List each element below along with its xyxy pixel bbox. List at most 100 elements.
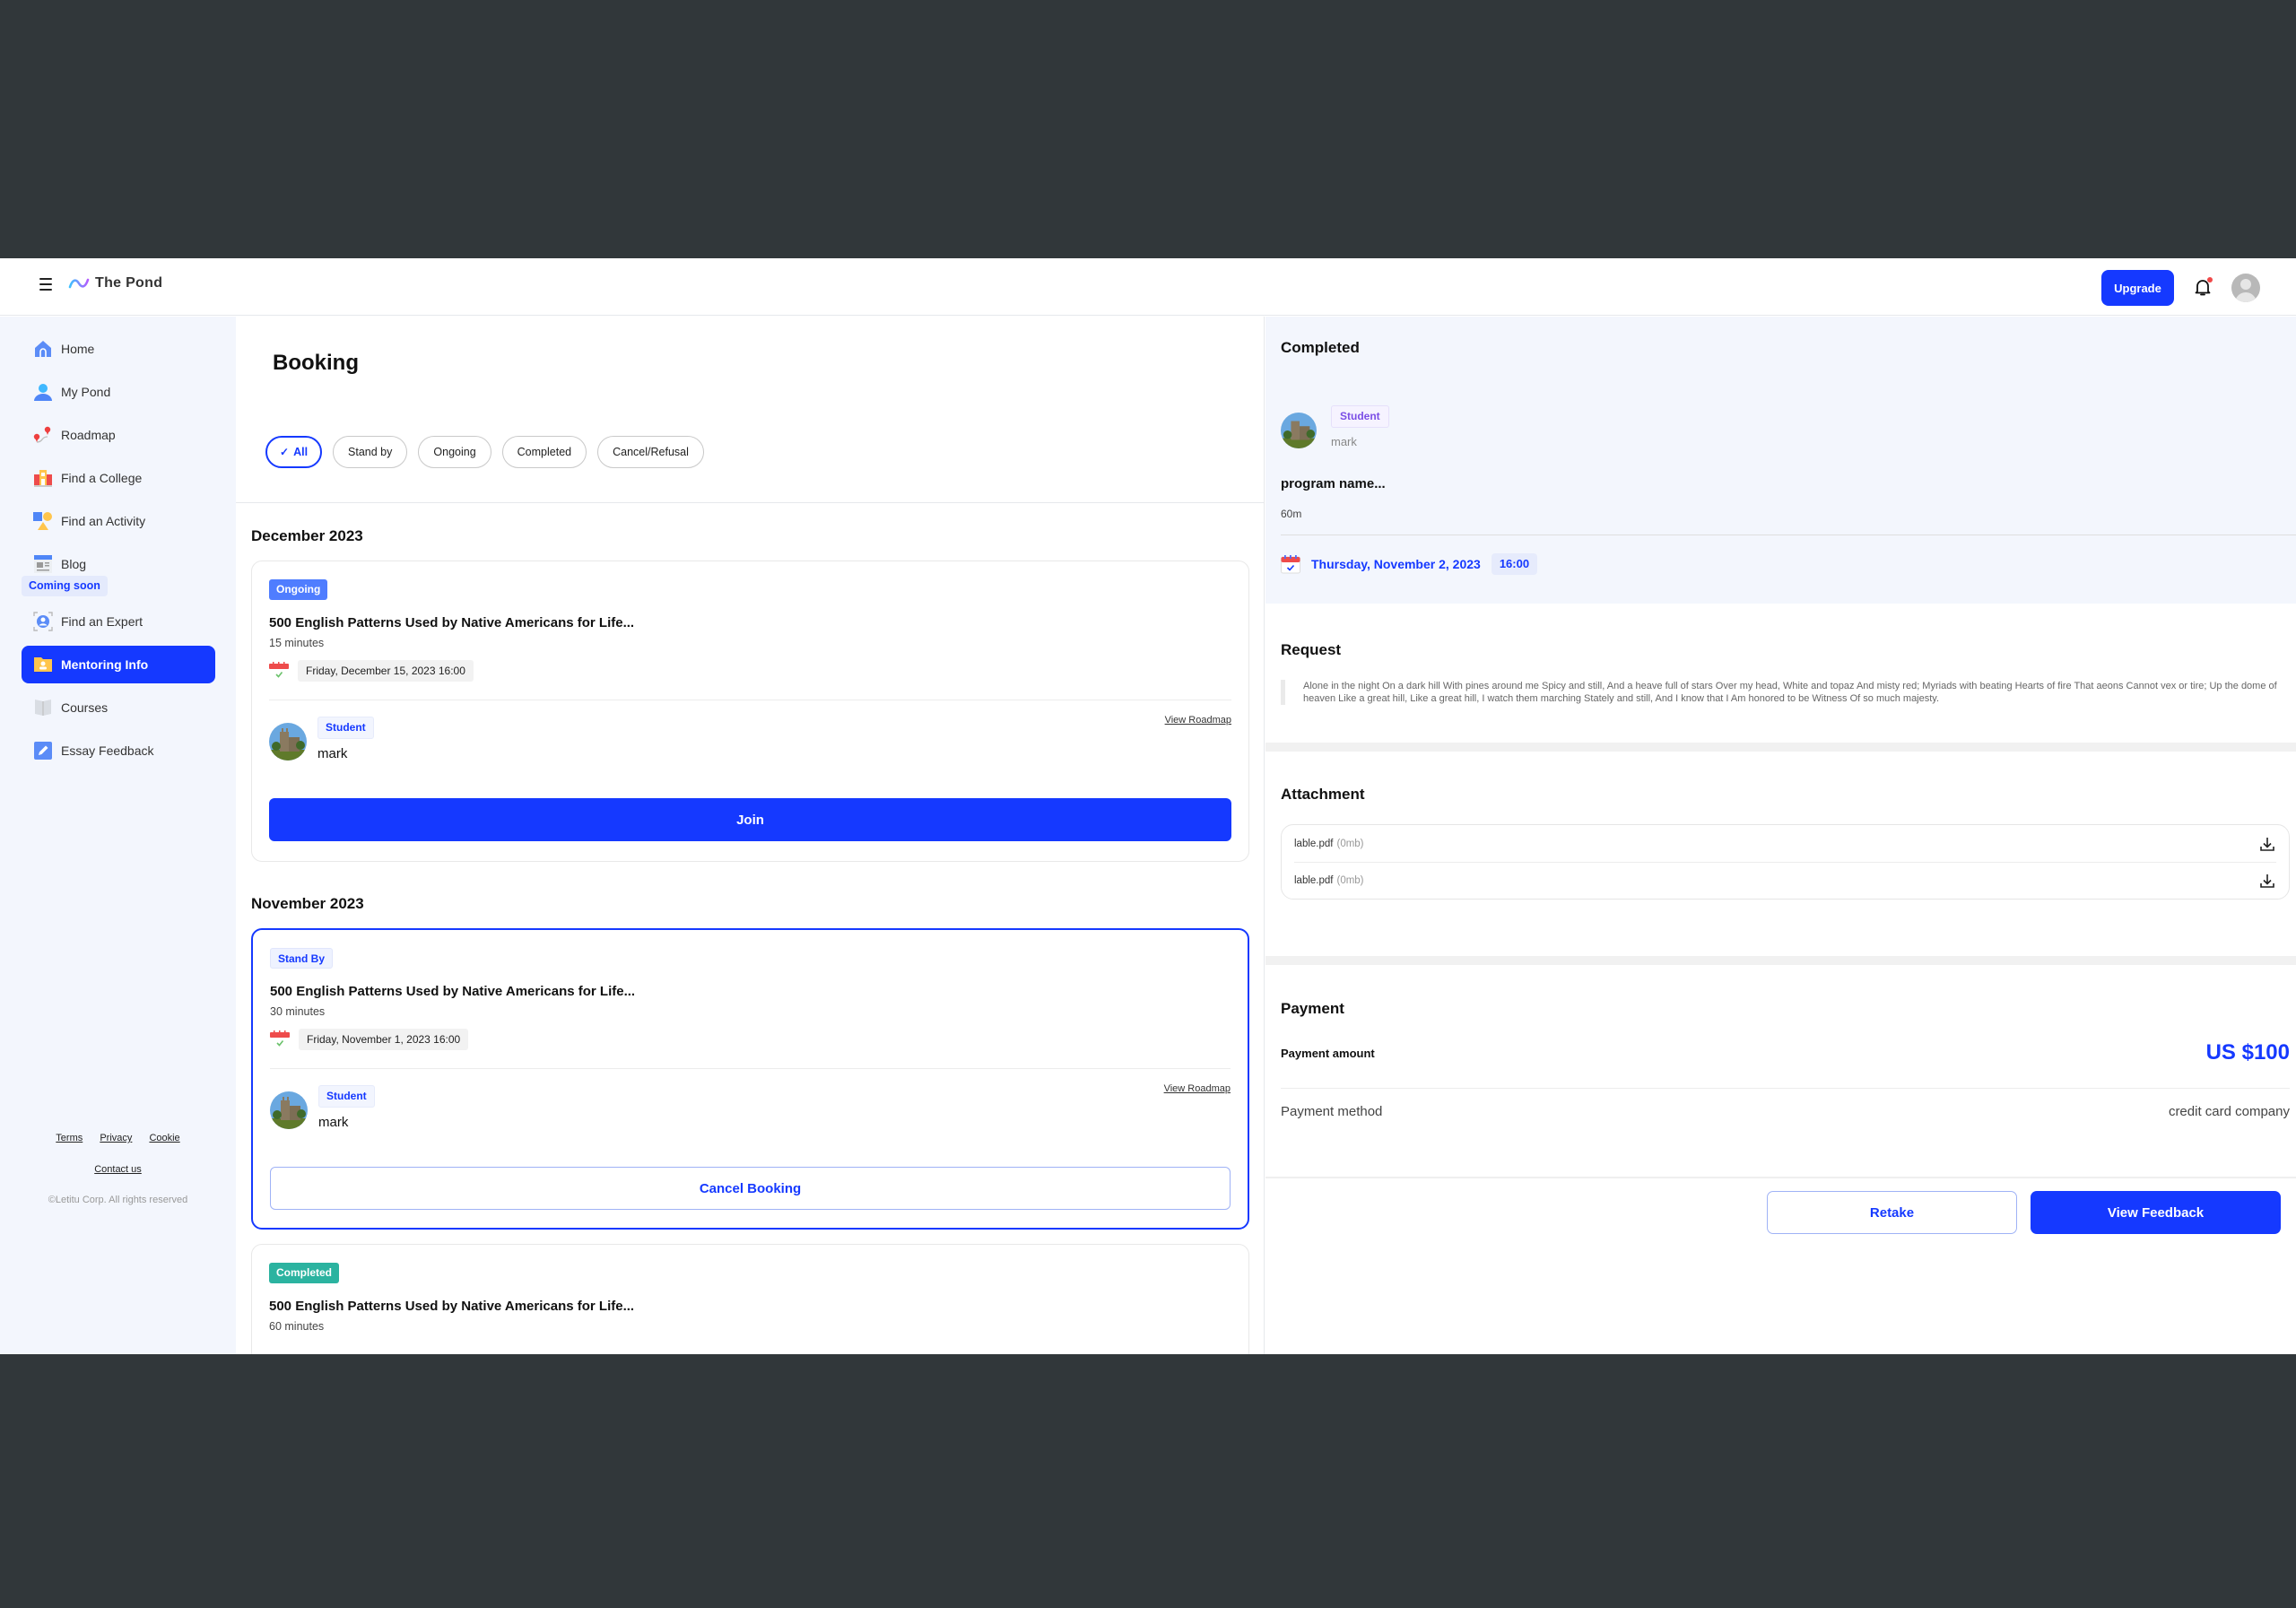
sidebar-item-find-a-college[interactable]: Find a College [22,459,215,497]
program-duration: 60m [1281,508,1302,520]
attachment-item: lable.pdf (0mb) [1294,862,2276,899]
sidebar-item-courses[interactable]: Courses [22,689,215,726]
sidebar-item-label: Home [61,342,95,356]
request-heading: Request [1281,641,1342,658]
sidebar-item-roadmap[interactable]: Roadmap [22,416,215,454]
student-name: mark [317,746,348,761]
booking-datetime: Friday, November 1, 2023 16:00 [299,1029,469,1050]
view-roadmap-link[interactable]: View Roadmap [1165,715,1231,726]
role-badge: Student [317,717,374,739]
sidebar-item-label: My Pond [61,385,111,399]
filter-stand-by[interactable]: Stand by [333,436,408,468]
student-name: mark [1331,435,1357,448]
filter-label: Cancel/Refusal [613,446,689,458]
payment-method-label: Payment method [1281,1103,1383,1119]
sidebar-item-label: Courses [61,700,109,715]
sidebar-item-mentoring-info[interactable]: Mentoring Info [22,646,215,683]
sidebar-item-find-an-activity[interactable]: Find an Activity [22,502,215,540]
sidebar-item-label: Essay Feedback [61,743,154,758]
student-avatar [1281,413,1317,448]
attachment-heading: Attachment [1281,786,1365,803]
user-avatar[interactable] [2231,274,2260,302]
view-feedback-button[interactable]: View Feedback [2031,1191,2281,1234]
top-header: The Pond Upgrade [0,258,2296,316]
download-icon[interactable] [2258,872,2276,890]
sidebar-item-home[interactable]: Home [22,330,215,368]
booking-title: 500 English Patterns Used by Native Amer… [269,1299,635,1314]
pencil-icon [33,741,53,761]
filter-label: Ongoing [433,446,476,458]
booking-title: 500 English Patterns Used by Native Amer… [269,615,635,630]
booking-datetime: Friday, December 15, 2023 16:00 [298,660,474,682]
app-logo[interactable]: The Pond [68,275,162,291]
payment-amount-row: Payment amount US $100 [1281,1035,2290,1071]
booking-card[interactable]: Completed 500 English Patterns Used by N… [251,1244,1249,1354]
privacy-link[interactable]: Privacy [100,1133,132,1143]
filter-completed[interactable]: Completed [501,436,587,468]
sidebar-item-label: Mentoring Info [61,657,149,672]
detail-status: Completed [1281,339,1360,356]
menu-icon[interactable] [39,278,52,291]
filter-ongoing[interactable]: Ongoing [418,436,491,468]
filter-all[interactable]: ✓ All [265,436,323,468]
sidebar-item-label: Find an Activity [61,514,146,528]
sidebar-item-find-an-expert[interactable]: Find an Expert [22,603,215,640]
blog-icon [33,554,53,574]
app-name: The Pond [95,275,163,291]
payment-heading: Payment [1281,1000,1344,1017]
booking-duration: 15 minutes [269,637,325,649]
join-button[interactable]: Join [269,798,1231,841]
divider [1265,1177,2296,1178]
sidebar-item-label: Blog [61,557,87,571]
attachment-size: (0mb) [1336,875,1364,886]
payment-method: credit card company [2168,1103,2290,1119]
cancel-booking-button[interactable]: Cancel Booking [270,1167,1231,1210]
booking-card[interactable]: Ongoing 500 English Patterns Used by Nat… [251,561,1249,862]
footer-links: Terms Privacy Cookie [0,1133,236,1143]
status-badge: Completed [269,1263,340,1283]
book-icon [33,698,53,717]
cookie-link[interactable]: Cookie [149,1133,179,1143]
role-badge: Student [318,1085,375,1108]
coming-soon-label: Coming soon [22,576,108,596]
month-heading: November 2023 [251,895,364,912]
wave-logo-icon [68,278,90,289]
terms-link[interactable]: Terms [56,1133,83,1143]
upgrade-button[interactable]: Upgrade [2101,270,2174,306]
check-icon: ✓ [280,446,290,458]
payment-amount: US $100 [2205,1040,2290,1065]
sidebar-item-essay-feedback[interactable]: Essay Feedback [22,732,215,769]
shapes-icon [33,511,53,531]
calendar-icon [1281,554,1300,574]
view-roadmap-link[interactable]: View Roadmap [1164,1083,1231,1094]
detail-date-row: Thursday, November 2, 2023 16:00 [1281,553,1538,575]
divider [1281,1088,2290,1089]
booking-duration: 60 minutes [269,1320,325,1333]
role-badge: Student [1331,405,1389,428]
notification-button[interactable] [2192,276,2213,298]
divider [236,502,1264,503]
retake-button[interactable]: Retake [1767,1191,2017,1234]
attachment-name: lable.pdf [1294,838,1334,849]
filter-cancel-refusal[interactable]: Cancel/Refusal [597,436,704,468]
attachment-item: lable.pdf (0mb) [1294,825,2276,862]
student-name: mark [318,1115,349,1130]
booking-duration: 30 minutes [270,1005,326,1018]
filter-label: All [293,446,309,458]
sidebar-item-my-pond[interactable]: My Pond [22,373,215,411]
booking-card-selected[interactable]: Stand By 500 English Patterns Used by Na… [251,928,1249,1230]
status-badge: Stand By [270,948,334,969]
app-window: The Pond Upgrade Home My Pond Roadmap Fi… [0,258,2296,1354]
contact-us-link[interactable]: Contact us [94,1164,142,1175]
folder-user-icon [33,655,53,674]
sidebar-item-label: Find a College [61,471,143,485]
notification-dot [2207,277,2213,282]
page-title: Booking [273,351,359,375]
status-filter-tabs: ✓ All Stand by Ongoing Completed Cancel/R… [265,436,704,468]
booking-date-row: Friday, December 15, 2023 16:00 [269,660,474,682]
booking-date-row: Friday, November 1, 2023 16:00 [270,1029,469,1050]
expert-icon [33,612,53,631]
download-icon[interactable] [2258,835,2276,853]
calendar-check-icon [270,1030,290,1049]
calendar-check-icon [269,661,289,681]
